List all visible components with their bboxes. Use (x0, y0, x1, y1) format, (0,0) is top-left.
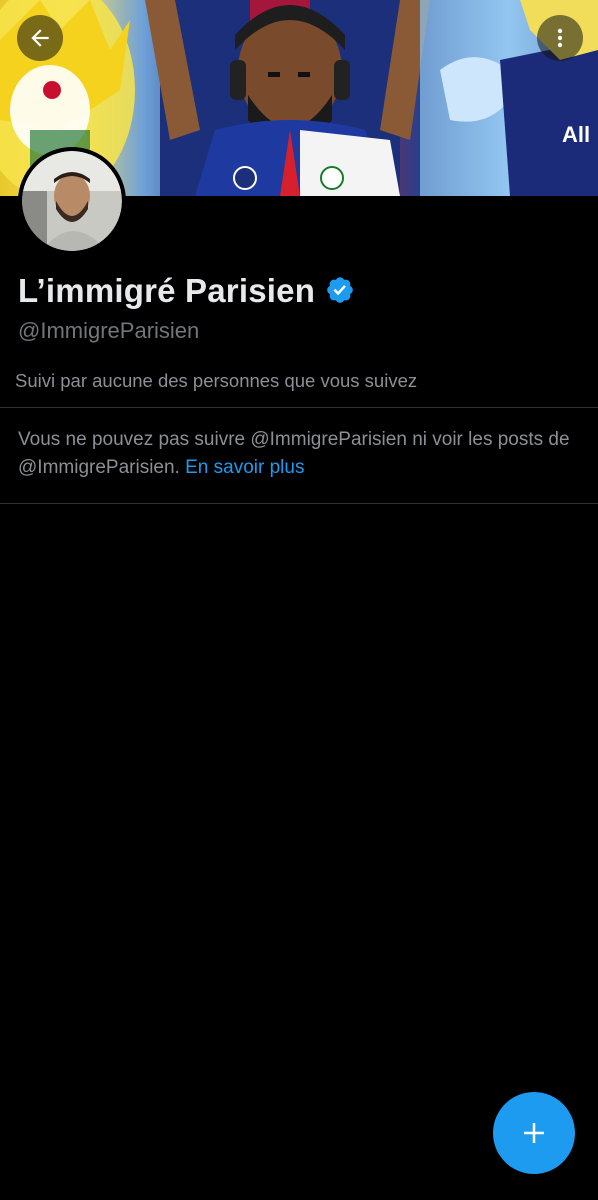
more-vertical-icon (557, 28, 563, 48)
profile-handle: @ImmigreParisien (18, 318, 200, 343)
back-button[interactable] (17, 15, 63, 61)
profile-avatar[interactable] (18, 147, 126, 255)
learn-more-link[interactable]: En savoir plus (185, 457, 304, 478)
avatar-photo (22, 151, 122, 251)
name-row: L’immigré Parisien (18, 272, 355, 310)
plus-icon (524, 1123, 544, 1143)
more-options-button[interactable] (537, 15, 583, 61)
arrow-left-icon (31, 29, 49, 47)
followed-by-text[interactable]: Suivi par aucune des personnes que vous … (15, 370, 417, 392)
divider (0, 407, 598, 408)
svg-text:All: All (562, 122, 590, 147)
verified-badge-icon[interactable] (325, 275, 355, 310)
display-name: L’immigré Parisien (18, 272, 316, 309)
divider (0, 503, 598, 504)
compose-button[interactable] (493, 1092, 575, 1174)
blocked-notice: Vous ne pouvez pas suivre @ImmigreParisi… (18, 426, 578, 482)
